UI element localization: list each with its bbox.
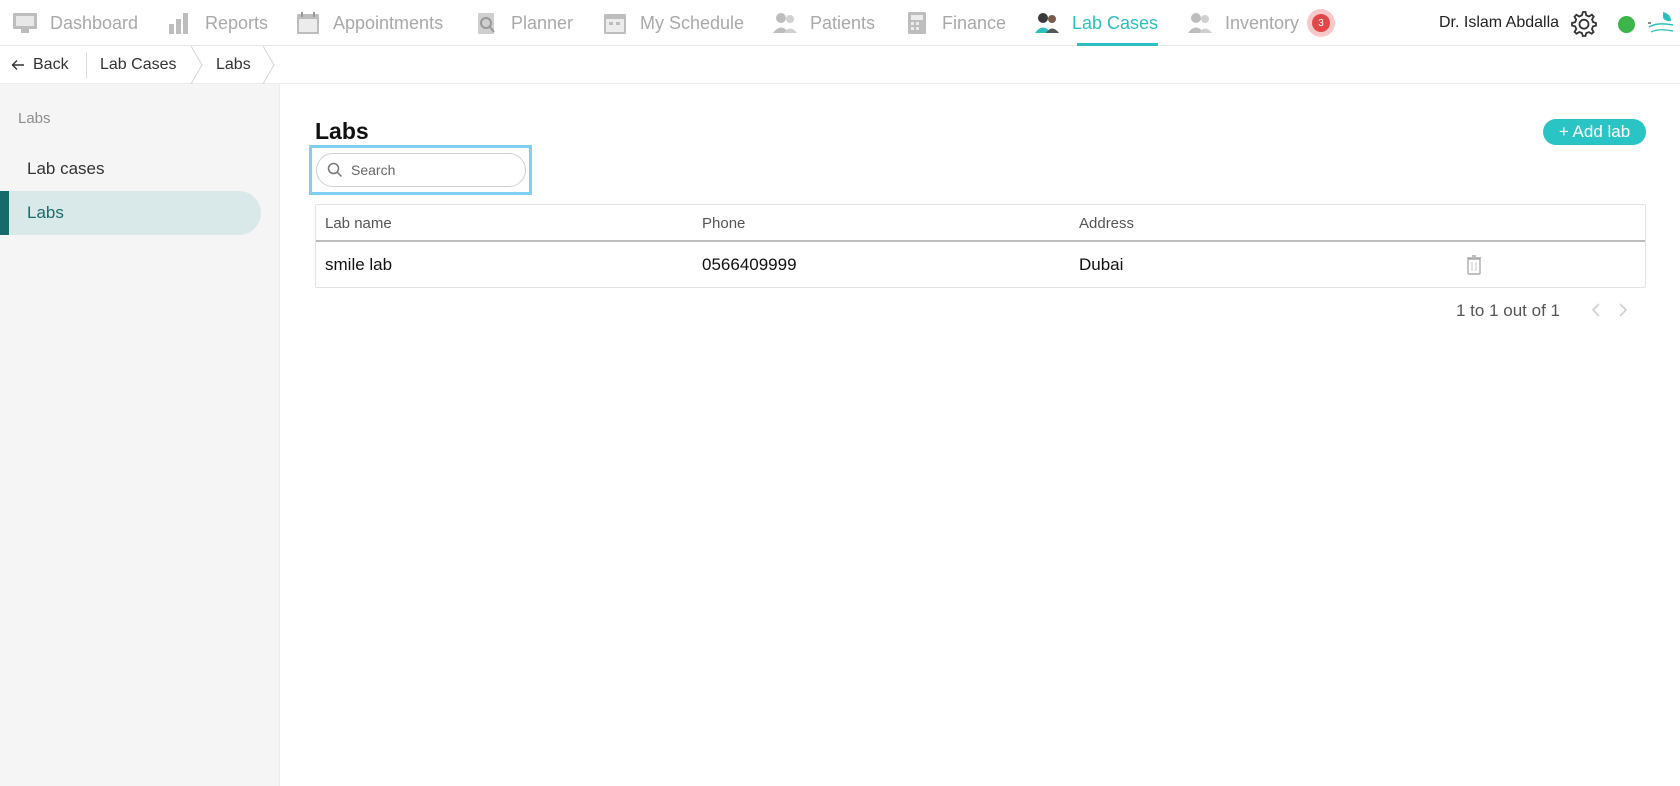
nav-label: Dashboard <box>50 12 139 33</box>
search-field[interactable] <box>316 153 526 187</box>
nav-item-dashboard[interactable]: Dashboard <box>10 0 138 46</box>
breadcrumb-chevron-icon <box>262 46 275 84</box>
sidebar: Labs Lab cases Labs <box>0 84 280 786</box>
add-lab-button[interactable]: + Add lab <box>1543 119 1646 145</box>
nav-label: Lab Cases <box>1072 12 1159 33</box>
nav-item-planner[interactable]: Planner <box>471 0 573 46</box>
page-title: Labs <box>315 118 369 144</box>
back-label: Back <box>33 56 69 73</box>
chevron-right-icon[interactable] <box>1614 300 1632 320</box>
breadcrumb-item-labs[interactable]: Labs <box>216 46 251 84</box>
reports-icon <box>165 8 195 38</box>
cell-lab-name: smile lab <box>325 255 393 274</box>
breadcrumb-item-lab-cases[interactable]: Lab Cases <box>100 46 177 84</box>
notification-badge[interactable]: 3 <box>1307 9 1335 37</box>
sidebar-item-label: Lab cases <box>27 159 105 178</box>
lab-cases-icon <box>1032 8 1062 38</box>
patients-icon <box>770 8 800 38</box>
chevron-left-icon[interactable] <box>1587 300 1605 320</box>
breadcrumb-chevron-icon <box>190 46 203 84</box>
nav-label: Appointments <box>333 12 444 33</box>
top-nav: Dashboard Reports Appointments Planner M… <box>0 0 1680 46</box>
appointments-icon <box>293 8 323 38</box>
nav-label: Planner <box>511 12 574 33</box>
nav-item-reports[interactable]: Reports <box>165 0 268 46</box>
planner-icon <box>471 8 501 38</box>
search-icon <box>327 162 343 178</box>
arrow-left-icon <box>11 59 25 71</box>
cell-address: Dubai <box>1079 255 1124 274</box>
nav-label: My Schedule <box>640 12 745 33</box>
column-header-address[interactable]: Address <box>1079 215 1134 232</box>
notification-count: 3 <box>1312 14 1330 32</box>
nav-item-patients[interactable]: Patients <box>770 0 875 46</box>
sidebar-item-lab-cases[interactable]: Lab cases <box>0 147 261 191</box>
nav-item-inventory[interactable]: Inventory <box>1185 0 1299 46</box>
table-row[interactable]: smile lab 0566409999 Dubai <box>316 244 1645 288</box>
sidebar-item-label: Labs <box>27 203 64 222</box>
nav-label: Finance <box>942 12 1007 33</box>
labs-table: Lab name Phone Address smile lab 0566409… <box>315 204 1646 288</box>
column-header-lab-name[interactable]: Lab name <box>325 215 392 232</box>
nav-item-appointments[interactable]: Appointments <box>293 0 443 46</box>
finance-icon <box>902 8 932 38</box>
user-name[interactable]: Dr. Islam Abdalla <box>1439 14 1559 32</box>
nav-label: Reports <box>205 12 269 33</box>
inventory-icon <box>1185 8 1215 38</box>
pagination-summary: 1 to 1 out of 1 <box>1456 301 1560 320</box>
back-button[interactable]: Back <box>11 46 69 84</box>
gear-icon[interactable] <box>1568 9 1598 39</box>
nav-item-lab-cases[interactable]: Lab Cases <box>1032 0 1159 46</box>
sidebar-item-labs[interactable]: Labs <box>0 191 261 235</box>
dashboard-icon <box>10 8 40 38</box>
nav-item-finance[interactable]: Finance <box>902 0 1006 46</box>
delete-icon[interactable] <box>1464 254 1484 276</box>
app-logo <box>1645 10 1675 38</box>
sidebar-heading: Labs <box>18 110 51 127</box>
online-status-dot <box>1618 16 1635 33</box>
breadcrumb-label: Labs <box>216 56 251 73</box>
table-header: Lab name Phone Address <box>316 205 1645 242</box>
nav-label: Patients <box>810 12 876 33</box>
nav-label: Inventory <box>1225 12 1300 33</box>
breadcrumb-label: Lab Cases <box>100 56 177 73</box>
breadcrumb: Back Lab Cases Labs <box>0 46 1680 84</box>
column-header-phone[interactable]: Phone <box>702 215 745 232</box>
nav-item-my-schedule[interactable]: My Schedule <box>600 0 744 46</box>
search-input[interactable] <box>351 162 511 178</box>
cell-phone: 0566409999 <box>702 255 797 274</box>
breadcrumb-divider <box>86 52 87 78</box>
schedule-icon <box>600 8 630 38</box>
